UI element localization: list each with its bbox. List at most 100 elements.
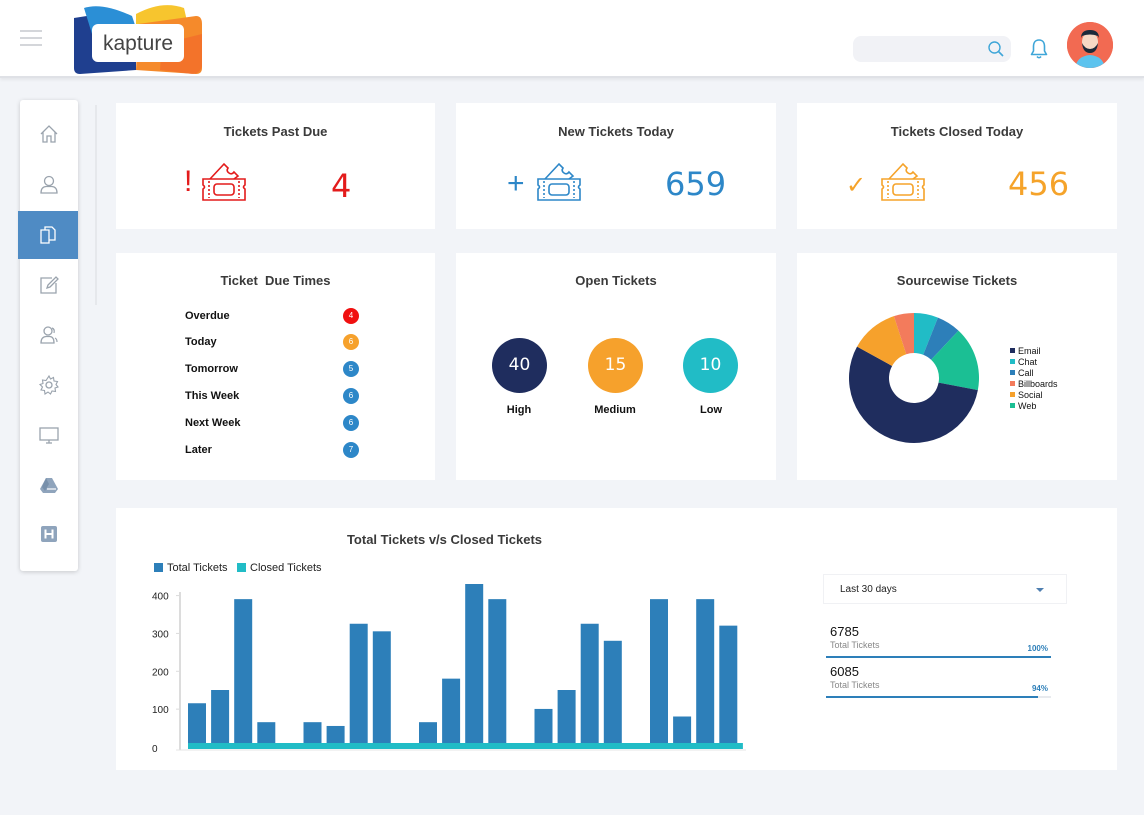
legend-item-billboards[interactable]: Billboards xyxy=(1010,379,1058,390)
legend-label: Chat xyxy=(1018,357,1038,367)
sidebar-item-agents[interactable] xyxy=(20,311,78,359)
search-icon[interactable] xyxy=(987,40,1005,58)
bar-closed-tickets[interactable] xyxy=(511,743,535,749)
bar-closed-tickets[interactable] xyxy=(696,743,720,749)
menu-icon[interactable] xyxy=(20,30,42,46)
due-count-badge[interactable]: 6 xyxy=(343,334,359,350)
bar-total-tickets[interactable] xyxy=(326,725,345,743)
legend-swatch xyxy=(1010,381,1015,386)
due-count-badge[interactable]: 6 xyxy=(343,415,359,431)
users-icon xyxy=(40,326,58,344)
legend-label: Social xyxy=(1018,390,1043,400)
due-row[interactable]: Later 7 xyxy=(185,442,365,462)
bar-closed-tickets[interactable] xyxy=(395,743,420,749)
bar-total-tickets[interactable] xyxy=(488,599,507,743)
due-label: Tomorrow xyxy=(185,363,238,375)
summary-progress-track xyxy=(826,656,1051,658)
bar-total-tickets[interactable] xyxy=(696,599,715,743)
bar-closed-tickets[interactable] xyxy=(650,743,674,749)
open-high-circle[interactable]: 40 xyxy=(492,338,547,393)
bar-total-tickets[interactable] xyxy=(580,623,599,743)
legend-item-web[interactable]: Web xyxy=(1010,401,1036,412)
bar-closed-tickets[interactable] xyxy=(603,743,628,749)
bar-closed-tickets[interactable] xyxy=(326,743,351,749)
bar-closed-tickets[interactable] xyxy=(580,743,605,749)
due-row[interactable]: Today 6 xyxy=(185,334,365,354)
legend-item-social[interactable]: Social xyxy=(1010,390,1043,401)
sidebar-item-help[interactable] xyxy=(20,510,78,558)
bell-icon[interactable] xyxy=(1029,38,1049,60)
due-count-badge[interactable]: 5 xyxy=(343,361,359,377)
bar-total-tickets[interactable] xyxy=(257,722,276,743)
bar-total-tickets[interactable] xyxy=(188,703,206,743)
bar-total-tickets[interactable] xyxy=(465,584,484,743)
due-row[interactable]: This Week 6 xyxy=(185,388,365,408)
due-row[interactable]: Next Week 6 xyxy=(185,415,365,435)
due-label: Next Week xyxy=(185,417,241,429)
sidebar-item-settings[interactable] xyxy=(20,361,78,409)
bar-closed-tickets[interactable] xyxy=(234,743,258,749)
bar-closed-tickets[interactable] xyxy=(488,743,512,749)
due-count-badge[interactable]: 7 xyxy=(343,442,359,458)
legend-item-chat[interactable]: Chat xyxy=(1010,357,1037,368)
search-input[interactable] xyxy=(853,36,983,62)
sidebar-item-drive[interactable] xyxy=(20,461,78,509)
sidebar-item-notes[interactable] xyxy=(20,261,78,309)
date-range-select[interactable]: Last 30 days xyxy=(823,574,1067,604)
bar-closed-tickets[interactable] xyxy=(442,743,466,749)
search-box[interactable] xyxy=(853,36,1011,62)
bar-closed-tickets[interactable] xyxy=(673,743,697,749)
bar-closed-tickets[interactable] xyxy=(626,743,651,749)
bar-total-tickets[interactable] xyxy=(211,690,230,743)
bar-total-tickets[interactable] xyxy=(234,599,253,743)
bar-total-tickets[interactable] xyxy=(349,623,368,743)
due-count-badge[interactable]: 6 xyxy=(343,388,359,404)
bar-closed-tickets[interactable] xyxy=(280,743,304,749)
sidebar-item-tickets[interactable] xyxy=(18,211,78,259)
card-total-vs-closed: Total Tickets v/s Closed Tickets Total T… xyxy=(116,508,1117,770)
due-label: Overdue xyxy=(185,310,230,322)
card-title: Tickets Past Due xyxy=(223,124,328,139)
bar-closed-tickets[interactable] xyxy=(372,743,397,749)
summary-label: Total Tickets xyxy=(830,680,880,690)
bar-total-tickets[interactable] xyxy=(419,722,437,743)
bar-total-tickets[interactable] xyxy=(719,625,738,743)
open-medium-circle[interactable]: 15 xyxy=(588,338,643,393)
scrollbar[interactable] xyxy=(95,105,97,305)
bar-closed-tickets[interactable] xyxy=(349,743,374,749)
sidebar xyxy=(18,100,78,571)
card-open-tickets: Open Tickets 40 High 15 Medium 10 Low xyxy=(456,253,776,480)
kapture-logo[interactable]: kapture xyxy=(72,4,202,74)
home-icon xyxy=(40,125,58,143)
bar-closed-tickets[interactable] xyxy=(557,743,582,749)
bar-total-tickets[interactable] xyxy=(557,690,576,743)
sidebar-item-contacts[interactable] xyxy=(20,160,78,208)
bar-total-tickets[interactable] xyxy=(303,722,322,743)
due-count-badge[interactable]: 4 xyxy=(343,308,359,324)
legend-item-call[interactable]: Call xyxy=(1010,368,1034,379)
bar-total-tickets[interactable] xyxy=(534,708,553,743)
card-tickets-closed-today: Tickets Closed Today ✓ 456 xyxy=(797,103,1117,229)
sidebar-item-display[interactable] xyxy=(20,411,78,459)
bar-closed-tickets[interactable] xyxy=(719,743,743,749)
bar-closed-tickets[interactable] xyxy=(257,743,281,749)
user-icon xyxy=(40,175,58,194)
bar-total-tickets[interactable] xyxy=(442,678,461,743)
bar-total-tickets[interactable] xyxy=(603,640,622,743)
bar-closed-tickets[interactable] xyxy=(419,743,443,749)
bar-closed-tickets[interactable] xyxy=(211,743,235,749)
bar-closed-tickets[interactable] xyxy=(188,743,212,749)
sidebar-item-home[interactable] xyxy=(20,110,78,158)
bar-closed-tickets[interactable] xyxy=(534,743,559,749)
avatar[interactable] xyxy=(1067,22,1113,68)
bar-closed-tickets[interactable] xyxy=(465,743,489,749)
due-row[interactable]: Tomorrow 5 xyxy=(185,361,365,381)
bar-total-tickets[interactable] xyxy=(673,716,692,744)
legend-item-email[interactable]: Email xyxy=(1010,346,1041,357)
bar-total-tickets[interactable] xyxy=(650,599,668,743)
bar-total-tickets[interactable] xyxy=(372,631,391,743)
due-row[interactable]: Overdue 4 xyxy=(185,308,365,328)
bar-closed-tickets[interactable] xyxy=(303,743,328,749)
summary-progress-fill xyxy=(826,696,1038,698)
open-low-circle[interactable]: 10 xyxy=(683,338,738,393)
